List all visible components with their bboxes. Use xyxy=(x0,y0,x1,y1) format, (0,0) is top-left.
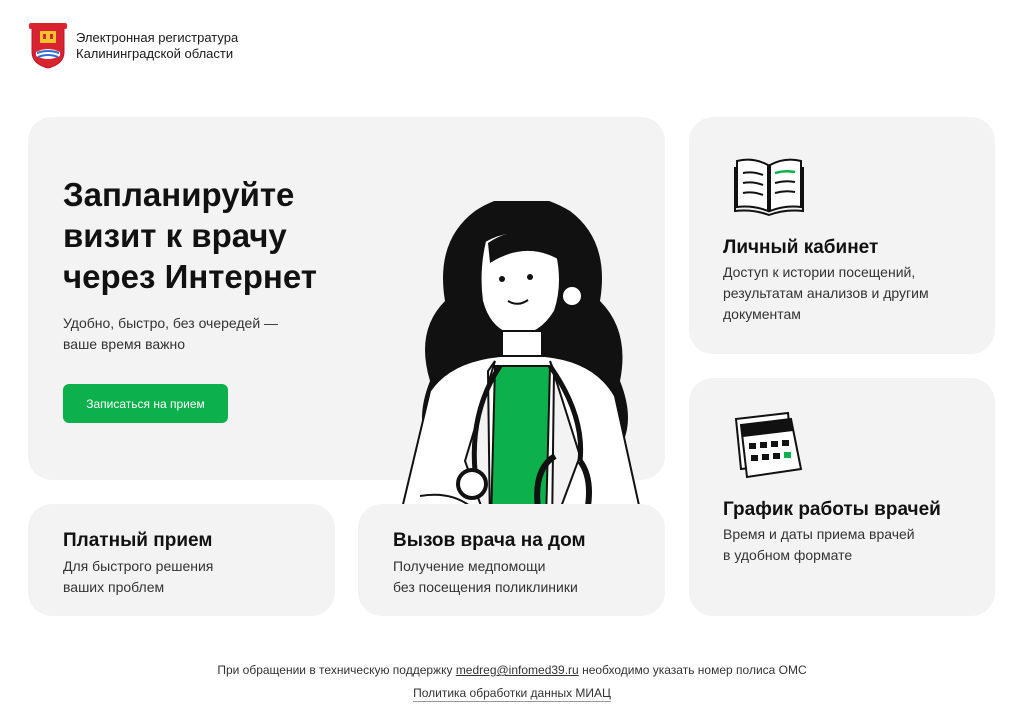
book-appointment-button[interactable]: Записаться на прием xyxy=(63,384,228,423)
hero-title-line-2: визит к врачу xyxy=(63,217,287,254)
doctor-schedule-text-line-1: Время и даты приема врачей xyxy=(723,526,915,542)
brand-line-1: Электронная регистратура xyxy=(76,30,239,45)
doctor-schedule-text: Время и даты приема врачей в удобном фор… xyxy=(723,524,915,566)
hero-title: Запланируйте визит к врачу через Интерне… xyxy=(63,174,363,297)
support-note-before: При обращении в техническую поддержку xyxy=(217,663,456,677)
hero-title-line-1: Запланируйте xyxy=(63,176,295,213)
open-book-icon xyxy=(734,158,804,217)
brand-name: Электронная регистратура Калининградской… xyxy=(76,30,238,62)
support-email-link[interactable]: medreg@infomed39.ru xyxy=(456,663,579,677)
doctor-schedule-title: График работы врачей xyxy=(723,499,941,520)
home-visit-title: Вызов врача на дом xyxy=(393,530,586,551)
hero-subtitle: Удобно, быстро, без очередей — ваше врем… xyxy=(63,313,313,355)
personal-cabinet-text-line-3: документам xyxy=(723,306,801,322)
home-visit-text: Получение медпомощи без посещения поликл… xyxy=(393,556,578,598)
hero-title-line-3: через Интернет xyxy=(63,258,317,295)
calendar-icon xyxy=(734,411,803,479)
hero-subtitle-line-1: Удобно, быстро, без очередей — xyxy=(63,315,279,331)
personal-cabinet-card[interactable]: Личный кабинет Доступ к истории посещени… xyxy=(689,117,995,354)
home-visit-text-line-2: без посещения поликлиники xyxy=(393,579,578,595)
home-visit-card[interactable]: Вызов врача на дом Получение медпомощи б… xyxy=(358,504,665,616)
doctor-schedule-text-line-2: в удобном формате xyxy=(723,547,853,563)
home-visit-text-line-1: Получение медпомощи xyxy=(393,558,546,574)
support-note: При обращении в техническую поддержку me… xyxy=(0,663,1024,677)
paid-appointment-text-line-1: Для быстрого решения xyxy=(63,558,214,574)
personal-cabinet-title: Личный кабинет xyxy=(723,237,879,258)
personal-cabinet-text: Доступ к истории посещений, результатам … xyxy=(723,262,929,325)
paid-appointment-card[interactable]: Платный прием Для быстрого решения ваших… xyxy=(28,504,335,616)
paid-appointment-text: Для быстрого решения ваших проблем xyxy=(63,556,213,598)
hero-card: Запланируйте визит к врачу через Интерне… xyxy=(28,117,665,601)
personal-cabinet-text-line-1: Доступ к истории посещений, xyxy=(723,264,916,280)
paid-appointment-text-line-2: ваших проблем xyxy=(63,579,165,595)
hero-subtitle-line-2: ваше время важно xyxy=(63,336,186,352)
coat-of-arms-icon xyxy=(29,23,67,69)
support-note-after: необходимо указать номер полиса ОМС xyxy=(578,663,807,677)
header[interactable]: Электронная регистратура Калининградской… xyxy=(28,22,238,70)
paid-appointment-title: Платный прием xyxy=(63,530,213,551)
privacy-policy: Политика обработки данных МИАЦ xyxy=(0,686,1024,702)
privacy-policy-link[interactable]: Политика обработки данных МИАЦ xyxy=(413,686,611,702)
doctor-schedule-card[interactable]: График работы врачей Время и даты приема… xyxy=(689,378,995,616)
personal-cabinet-text-line-2: результатам анализов и другим xyxy=(723,285,929,301)
brand-line-2: Калининградской области xyxy=(76,46,234,61)
